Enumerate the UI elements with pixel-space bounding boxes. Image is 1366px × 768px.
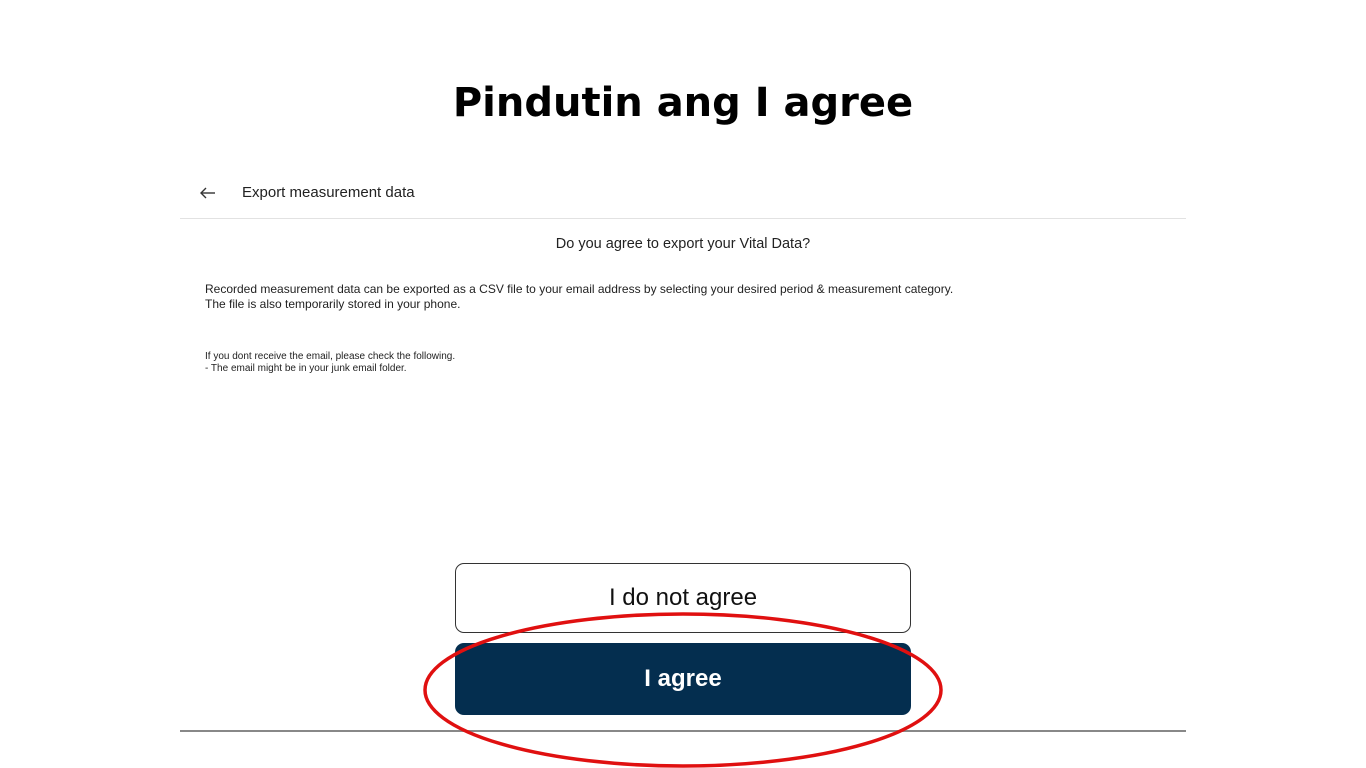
app-header: Export measurement data [180, 170, 1186, 219]
export-question: Do you agree to export your Vital Data? [555, 236, 811, 252]
note-line: If you dont receive the email, please ch… [205, 351, 456, 362]
bottom-divider [180, 730, 1186, 732]
agree-button[interactable]: I agree [455, 643, 911, 715]
disagree-button[interactable]: I do not agree [455, 563, 911, 633]
export-screen: Export measurement data Do you agree to … [180, 170, 1186, 732]
description-line: The file is also temporarily stored in y… [205, 297, 461, 311]
email-note: If you dont receive the email, please ch… [205, 351, 455, 375]
arrow-left-icon[interactable] [198, 183, 218, 203]
page-title: Export measurement data [242, 184, 415, 201]
description-line: Recorded measurement data can be exporte… [205, 282, 954, 296]
instruction-title: Pindutin ang I agree [452, 80, 914, 126]
note-line: - The email might be in your junk email … [205, 363, 407, 374]
export-description: Recorded measurement data can be exporte… [205, 282, 953, 312]
